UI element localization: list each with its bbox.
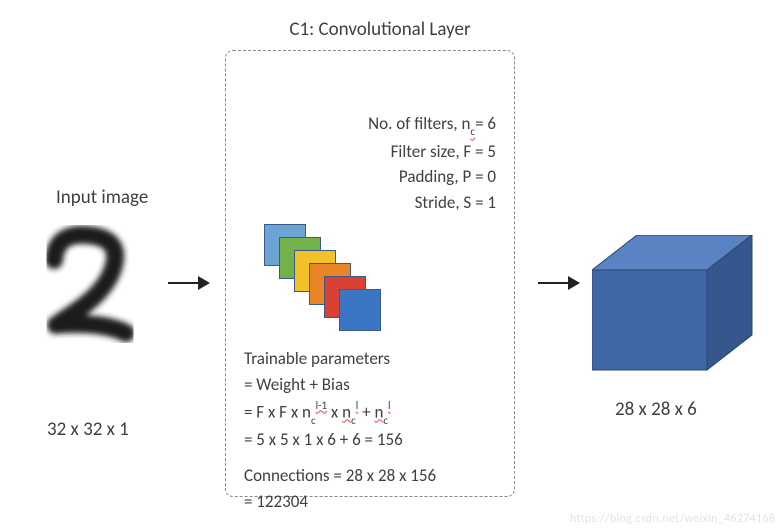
calc-var: n	[342, 401, 351, 422]
conv-layer-box: No. of filters, nc= 6 Filter size, F = 5…	[225, 50, 515, 497]
stride: Stride, S = 1	[368, 190, 496, 216]
input-label: Input image	[56, 186, 148, 209]
output-cuboid	[592, 235, 762, 380]
calc-sup: l	[388, 399, 391, 412]
filter-stack	[264, 224, 414, 344]
input-digit-2	[26, 215, 146, 365]
calc-var: n	[302, 401, 311, 422]
calc-line3: = F x F x ncl-1 x ncl + ncl	[244, 399, 436, 427]
calc-text: x	[327, 401, 342, 422]
filter-square	[339, 289, 381, 331]
calc-sup: l-1	[316, 399, 327, 412]
calc-line5: Connections = 28 x 28 x 156	[244, 463, 436, 489]
hyperparams: No. of filters, nc= 6 Filter size, F = 5…	[368, 111, 496, 215]
calculations: Trainable parameters = Weight + Bias = F…	[244, 346, 436, 516]
input-caption: 32 x 32 x 1	[47, 418, 129, 441]
calc-sub: c	[351, 414, 356, 427]
filters-sub: c	[470, 125, 475, 138]
calc-sub: c	[311, 414, 316, 427]
layer-title: C1: Convolutional Layer	[250, 18, 510, 41]
calc-text: +	[358, 401, 374, 422]
calc-text: = F x F x	[244, 401, 302, 422]
watermark: https://blog.csdn.net/weixin_46274168	[570, 512, 775, 526]
filters-val: = 6	[475, 113, 496, 134]
calc-line2: = Weight + Bias	[244, 372, 436, 398]
arrow-input-to-layer	[168, 276, 210, 290]
output-caption: 28 x 28 x 6	[615, 398, 697, 421]
calc-sub: c	[383, 414, 388, 427]
calc-line4: = 5 x 5 x 1 x 6 + 6 = 156	[244, 427, 436, 453]
calc-line1: Trainable parameters	[244, 346, 436, 372]
filters-label: No. of filters,	[368, 113, 461, 134]
padding: Padding, P = 0	[368, 164, 496, 190]
arrow-layer-to-output	[538, 276, 580, 290]
filter-size: Filter size, F = 5	[368, 139, 496, 165]
calc-sup: l	[356, 399, 359, 412]
calc-line6: = 122304	[244, 489, 436, 515]
